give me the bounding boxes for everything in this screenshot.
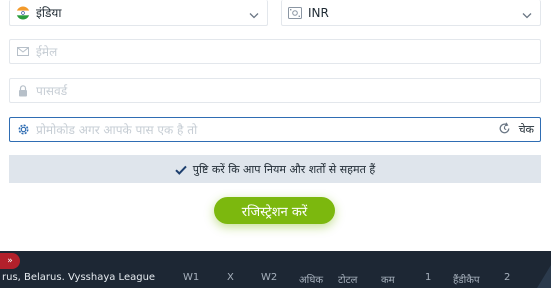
league-name[interactable]: rus, Belarus. Vysshaya League: [2, 272, 155, 283]
currency-select[interactable]: INR: [281, 0, 541, 26]
chevron-down-icon: [522, 3, 532, 22]
agree-terms-label: पुष्टि करें कि आप नियम और शर्तों से सहमत…: [192, 162, 376, 176]
register-button[interactable]: रजिस्ट्रेशन करें: [214, 197, 335, 224]
check-promo-button[interactable]: चेक: [519, 122, 534, 137]
refresh-icon[interactable]: [498, 120, 511, 139]
column-header-1: 1: [425, 272, 432, 283]
expand-button[interactable]: »: [0, 253, 20, 269]
password-field[interactable]: पासवर्ड: [9, 78, 541, 103]
password-placeholder: पासवर्ड: [36, 84, 68, 98]
column-header-handicap: हैंडीकैप: [453, 275, 480, 286]
column-header-w2: W2: [261, 272, 278, 283]
email-placeholder: ईमेल: [36, 45, 58, 59]
country-value: इंडिया: [36, 6, 62, 20]
gear-icon: [10, 123, 36, 136]
india-flag-icon: [10, 6, 36, 20]
promo-placeholder: प्रोमोकोड अगर आपके पास एक है तो: [36, 123, 198, 137]
column-header-under: कम: [381, 275, 395, 286]
country-select[interactable]: इंडिया: [9, 0, 268, 26]
column-header-total: टोटल: [338, 275, 358, 286]
currency-icon: [282, 6, 308, 19]
promo-code-field[interactable]: प्रोमोकोड अगर आपके पास एक है तो चेक: [9, 117, 541, 142]
chevron-down-icon: [249, 3, 259, 22]
column-header-2: 2: [504, 272, 511, 283]
column-header-over: अधिक: [299, 275, 324, 286]
envelope-icon: [10, 47, 36, 56]
currency-value: INR: [308, 5, 329, 20]
match-list-bar: » rus, Belarus. Vysshaya League W1 X W2 …: [0, 251, 551, 288]
column-header-x: X: [227, 272, 234, 283]
email-field[interactable]: ईमेल: [9, 39, 541, 64]
corner-arrow-icon: [537, 265, 551, 288]
column-header-w1: W1: [183, 272, 200, 283]
lock-icon: [10, 84, 36, 97]
checkmark-icon[interactable]: [175, 160, 187, 179]
agree-terms-row[interactable]: पुष्टि करें कि आप नियम और शर्तों से सहमत…: [9, 155, 541, 183]
